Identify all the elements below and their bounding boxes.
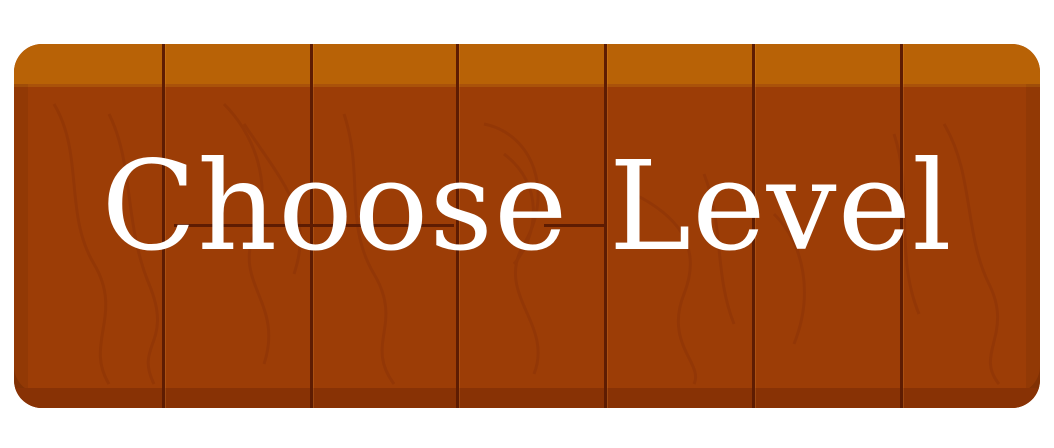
choose-level-button[interactable]: Choose Level — [14, 44, 1040, 408]
button-label: Choose Level — [101, 135, 953, 279]
